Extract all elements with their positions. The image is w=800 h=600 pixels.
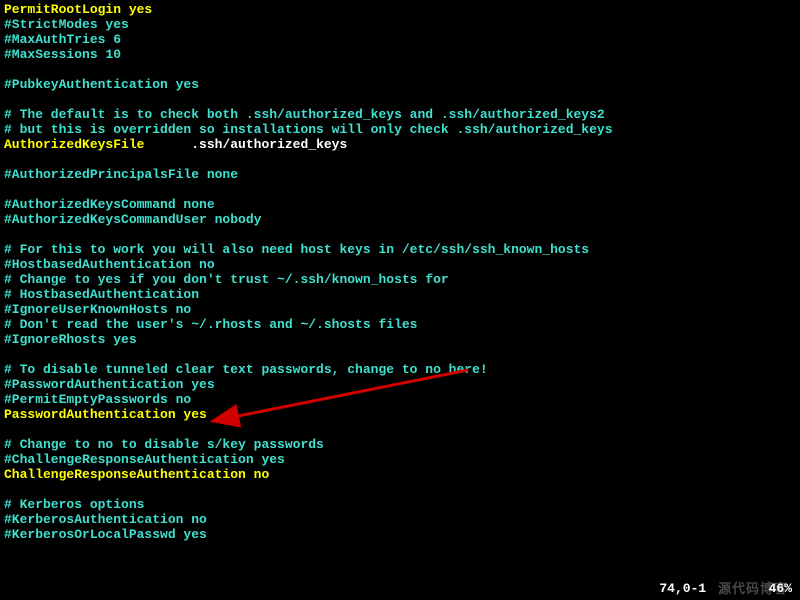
status-position: 74,0-1 — [659, 581, 706, 596]
config-line: # For this to work you will also need ho… — [4, 242, 796, 257]
config-line — [4, 92, 796, 107]
config-line: #AuthorizedKeysCommandUser nobody — [4, 212, 796, 227]
config-line: #IgnoreUserKnownHosts no — [4, 302, 796, 317]
config-line: #AuthorizedKeysCommand none — [4, 197, 796, 212]
config-line: #HostbasedAuthentication no — [4, 257, 796, 272]
config-line: #MaxAuthTries 6 — [4, 32, 796, 47]
config-line — [4, 152, 796, 167]
config-line: # Change to no to disable s/key password… — [4, 437, 796, 452]
config-line: #PermitEmptyPasswords no — [4, 392, 796, 407]
config-line — [4, 347, 796, 362]
terminal-editor[interactable]: PermitRootLogin yes#StrictModes yes#MaxA… — [0, 0, 800, 544]
config-line: # but this is overridden so installation… — [4, 122, 796, 137]
config-line: #PasswordAuthentication yes — [4, 377, 796, 392]
config-line: AuthorizedKeysFile .ssh/authorized_keys — [4, 137, 796, 152]
config-line: ChallengeResponseAuthentication no — [4, 467, 796, 482]
config-line: # The default is to check both .ssh/auth… — [4, 107, 796, 122]
config-line — [4, 227, 796, 242]
config-line: # HostbasedAuthentication — [4, 287, 796, 302]
config-line: #PubkeyAuthentication yes — [4, 77, 796, 92]
config-line: # Don't read the user's ~/.rhosts and ~/… — [4, 317, 796, 332]
config-line: #KerberosOrLocalPasswd yes — [4, 527, 796, 542]
config-line: # Kerberos options — [4, 497, 796, 512]
config-line: #AuthorizedPrincipalsFile none — [4, 167, 796, 182]
config-line: #StrictModes yes — [4, 17, 796, 32]
vim-status-bar: 74,0-1 46% — [644, 566, 792, 596]
status-percent: 46% — [769, 581, 792, 596]
config-line — [4, 182, 796, 197]
config-line: #ChallengeResponseAuthentication yes — [4, 452, 796, 467]
config-line: # To disable tunneled clear text passwor… — [4, 362, 796, 377]
config-line — [4, 482, 796, 497]
config-line: #KerberosAuthentication no — [4, 512, 796, 527]
config-line: #MaxSessions 10 — [4, 47, 796, 62]
config-line: # Change to yes if you don't trust ~/.ss… — [4, 272, 796, 287]
config-line: PasswordAuthentication yes — [4, 407, 796, 422]
config-line — [4, 422, 796, 437]
config-line — [4, 62, 796, 77]
config-line: PermitRootLogin yes — [4, 2, 796, 17]
config-line: #IgnoreRhosts yes — [4, 332, 796, 347]
